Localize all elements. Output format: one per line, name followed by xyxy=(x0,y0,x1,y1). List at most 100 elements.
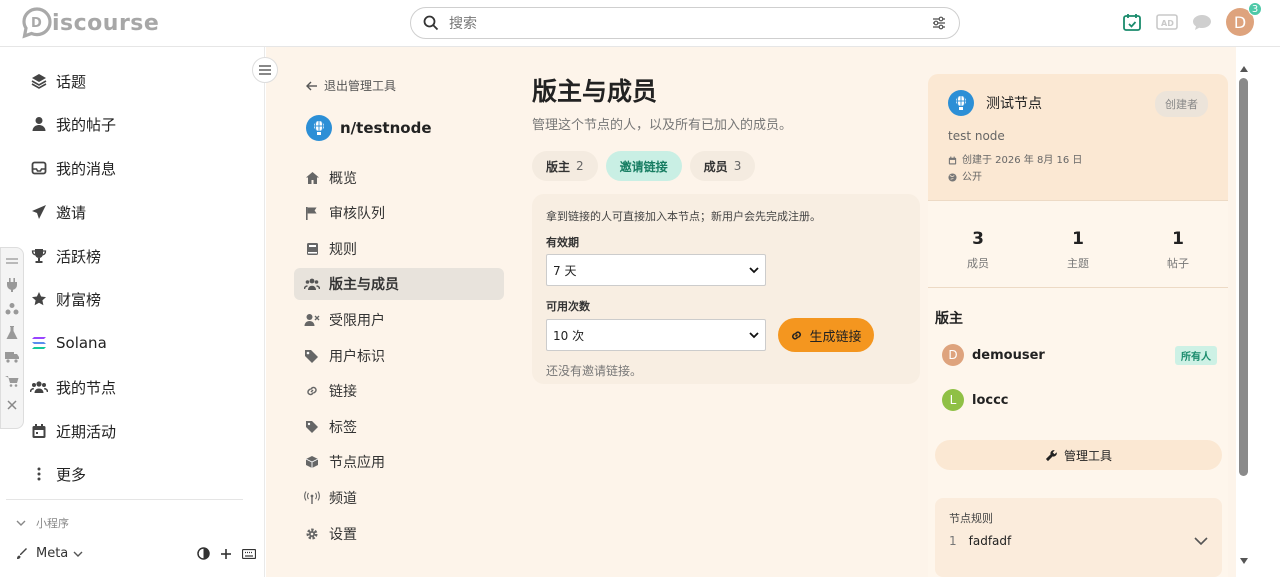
molecule-icon[interactable] xyxy=(4,300,20,318)
moderator-item[interactable]: D demouser 所有人 xyxy=(942,344,1217,366)
scrollbar-thumb[interactable] xyxy=(1239,78,1248,476)
sidebar-item-active-rank[interactable]: 活跃榜 xyxy=(30,243,101,269)
node-info-panel: 测试节点 创建者 test node 创建于 2026 年 8月 16 日 公开… xyxy=(928,74,1228,577)
admin-tools-button[interactable]: 管理工具 xyxy=(935,440,1222,470)
avatar-letter: D xyxy=(1233,12,1247,32)
sidebar-item-more[interactable]: 更多 xyxy=(30,461,86,487)
paper-plane-icon xyxy=(30,204,48,220)
sidebar-item-recent-activity[interactable]: 近期活动 xyxy=(30,418,116,444)
exit-admin-link[interactable]: 退出管理工具 xyxy=(306,77,396,94)
admin-nav-tags[interactable]: 标签 xyxy=(294,411,504,443)
nav-label: 版主与成员 xyxy=(329,277,399,293)
uses-select[interactable]: 10 次 xyxy=(546,319,766,351)
admin-nav-restricted-users[interactable]: 受限用户 xyxy=(294,304,504,336)
user-x-icon xyxy=(304,313,320,327)
admin-nav-review-queue[interactable]: 审核队列 xyxy=(294,197,504,229)
sidebar-item-my-posts[interactable]: 我的帖子 xyxy=(30,111,116,137)
cart-icon[interactable] xyxy=(4,372,20,390)
admin-nav-channels[interactable]: 频道 xyxy=(294,482,504,514)
close-icon[interactable] xyxy=(4,396,20,414)
node-stats: 3 成员 1 主题 1 帖子 xyxy=(928,200,1228,288)
node-title-row: 测试节点 xyxy=(948,90,1042,116)
sidebar-toggle-button[interactable] xyxy=(252,57,278,83)
contrast-icon[interactable] xyxy=(197,547,210,560)
sidebar-item-label: 财富榜 xyxy=(56,290,102,309)
search-input[interactable]: 搜索 xyxy=(449,13,931,33)
tab-invite-links[interactable]: 邀请链接 xyxy=(605,151,682,181)
admin-nav-node-apps[interactable]: 节点应用 xyxy=(294,446,504,478)
sidebar-item-label: 我的帖子 xyxy=(56,115,117,134)
search-bar[interactable]: 搜索 xyxy=(410,7,960,39)
admin-nav-moderators-members[interactable]: 版主与成员 xyxy=(294,268,504,300)
generate-link-button[interactable]: 生成链接 xyxy=(778,318,874,352)
sidebar-item-topics[interactable]: 话题 xyxy=(30,68,86,94)
expiry-select[interactable]: 7 天 xyxy=(546,254,766,286)
plug-icon[interactable] xyxy=(4,276,20,294)
admin-nav-settings[interactable]: 设置 xyxy=(294,518,504,550)
search-filter-icon[interactable] xyxy=(931,15,947,31)
member-tabs: 版主 2 邀请链接 成员 3 xyxy=(532,151,922,181)
nav-label: 标签 xyxy=(329,420,357,436)
discourse-logo[interactable]: D iscourse xyxy=(22,6,159,40)
solana-icon xyxy=(30,336,48,350)
ad-icon[interactable]: AD xyxy=(1156,13,1178,31)
node-title: 测试节点 xyxy=(986,96,1042,112)
truck-icon[interactable] xyxy=(4,348,20,366)
drag-handle-icon[interactable] xyxy=(4,252,20,270)
admin-nav-overview[interactable]: 概览 xyxy=(294,162,504,194)
sidebar-item-messages[interactable]: 我的消息 xyxy=(30,155,116,181)
nav-label: 用户标识 xyxy=(329,349,385,365)
chevron-down-icon[interactable] xyxy=(1194,536,1208,546)
tab-members[interactable]: 成员 3 xyxy=(689,151,756,181)
sidebar-item-label: 我的节点 xyxy=(56,378,117,397)
meta-category-select[interactable]: Meta xyxy=(36,546,68,561)
cube-icon xyxy=(304,455,320,469)
link-icon xyxy=(304,384,320,398)
scroll-down-icon[interactable] xyxy=(1240,558,1248,564)
tag-icon xyxy=(304,420,320,434)
plus-icon[interactable] xyxy=(220,548,232,560)
stat-value: 3 xyxy=(972,229,984,249)
sidebar-item-my-nodes[interactable]: 我的节点 xyxy=(30,374,116,400)
exit-admin-label: 退出管理工具 xyxy=(324,79,397,93)
user-icon xyxy=(30,116,48,132)
stat-members: 3 成员 xyxy=(928,201,1028,287)
node-meta: 创建于 2026 年 8月 16 日 公开 xyxy=(948,152,1082,186)
header-icons: AD D 3 xyxy=(1122,2,1262,36)
calendar-icon xyxy=(30,423,48,439)
home-icon xyxy=(304,171,320,185)
chat-icon[interactable] xyxy=(1192,13,1212,31)
scroll-up-icon[interactable] xyxy=(1240,66,1248,72)
nav-label: 规则 xyxy=(329,242,357,258)
moderator-item[interactable]: L loccc xyxy=(942,389,1217,411)
admin-nav-rules[interactable]: 规则 xyxy=(294,233,504,265)
users-icon xyxy=(304,277,320,291)
sidebar-section-mini-programs[interactable]: 小程序 xyxy=(16,515,69,531)
sidebar-item-wealth-rank[interactable]: 财富榜 xyxy=(30,286,101,312)
hamburger-icon xyxy=(259,65,271,75)
user-avatar[interactable]: D 3 xyxy=(1226,2,1262,36)
sidebar-item-solana[interactable]: Solana xyxy=(30,330,107,356)
no-invites-note: 还没有邀请链接。 xyxy=(546,364,643,378)
calendar-icon xyxy=(948,156,957,165)
admin-nav-user-flair[interactable]: 用户标识 xyxy=(294,340,504,372)
chevron-down-icon xyxy=(749,266,759,274)
chevron-down-icon[interactable] xyxy=(73,550,83,558)
sidebar-item-invite[interactable]: 邀请 xyxy=(30,199,86,225)
rule-item[interactable]: 1 fadfadf xyxy=(949,534,1208,548)
stat-label: 主题 xyxy=(1067,257,1089,270)
inbox-icon xyxy=(30,160,48,176)
calendar-check-icon[interactable] xyxy=(1122,12,1142,32)
admin-nav-links[interactable]: 链接 xyxy=(294,375,504,407)
layers-icon xyxy=(30,73,48,89)
sidebar-item-label: 邀请 xyxy=(56,203,87,222)
logo-wordmark: iscourse xyxy=(52,10,160,36)
flask-icon[interactable] xyxy=(4,324,20,342)
content-section: 版主与成员 管理这个节点的人，以及所有已加入的成员。 版主 2 邀请链接 成员 … xyxy=(532,72,922,181)
wrench-icon xyxy=(1045,449,1058,462)
trophy-icon xyxy=(30,248,48,264)
tab-moderators[interactable]: 版主 2 xyxy=(532,151,598,181)
tags-icon xyxy=(304,349,320,363)
nav-label: 受限用户 xyxy=(329,313,385,329)
keyboard-icon[interactable] xyxy=(242,548,256,559)
